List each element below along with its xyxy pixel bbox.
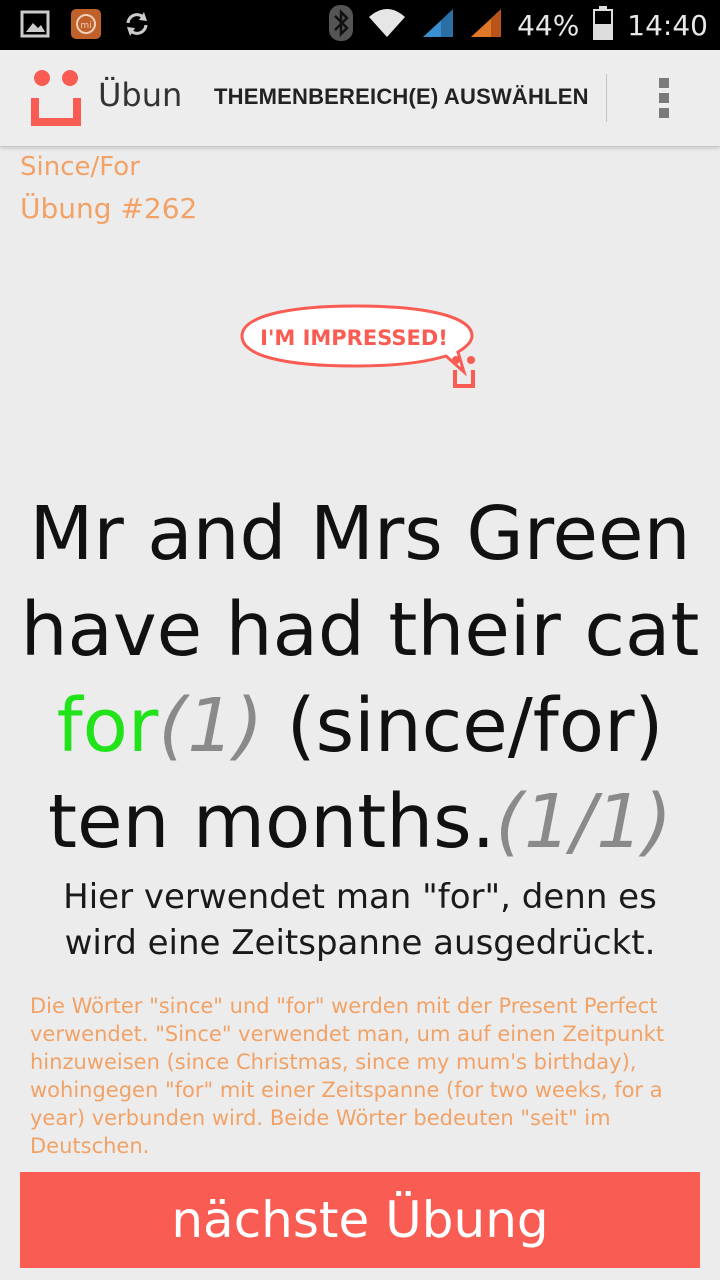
exercise-number: Übung #262 [20,192,198,225]
image-notification-icon [20,10,50,42]
next-exercise-button[interactable]: nächste Übung [20,1172,700,1268]
signal-icon-2 [469,7,503,43]
clock: 14:40 [627,8,708,42]
overflow-menu-icon[interactable] [646,78,682,120]
topic-name: Since/For [20,152,140,182]
grammar-rule-text: Die Wörter "since" und "for" werden mit … [30,994,665,1158]
select-topics-button[interactable]: THEMENBEREICH(E) AUSWÄHLEN [214,84,589,110]
wifi-icon [367,7,407,43]
battery-percent: 44% [517,8,580,42]
bluetooth-icon [329,5,354,45]
battery-icon [593,6,614,44]
status-bar: mi 44% 14:40 [0,0,720,50]
badge-text: I'M IMPRESSED! [260,326,448,350]
sentence-part2: ten months. [47,779,496,865]
app-title: Übun [98,76,182,114]
app-bar: Übun THEMENBEREICH(E) AUSWÄHLEN [0,50,720,147]
mi-app-icon: mi [70,8,102,44]
app-logo-icon[interactable] [30,68,84,132]
impressed-badge: I'M IMPRESSED! [236,300,486,404]
explanation-text: Hier verwendet man "for", denn es wird e… [63,877,657,963]
exercise-sentence: Mr and Mrs Green have had their cat for(… [0,486,720,870]
answer-word: for [56,683,159,769]
signal-icon [421,7,455,43]
answer-hint: (since/for) [286,683,664,769]
sync-icon [122,9,152,43]
score: (1/1) [495,779,673,865]
appbar-divider [606,74,607,122]
sentence-part1: Mr and Mrs Green have had their cat [20,491,700,673]
answer-count: (1) [158,683,264,769]
svg-text:mi: mi [80,21,91,31]
